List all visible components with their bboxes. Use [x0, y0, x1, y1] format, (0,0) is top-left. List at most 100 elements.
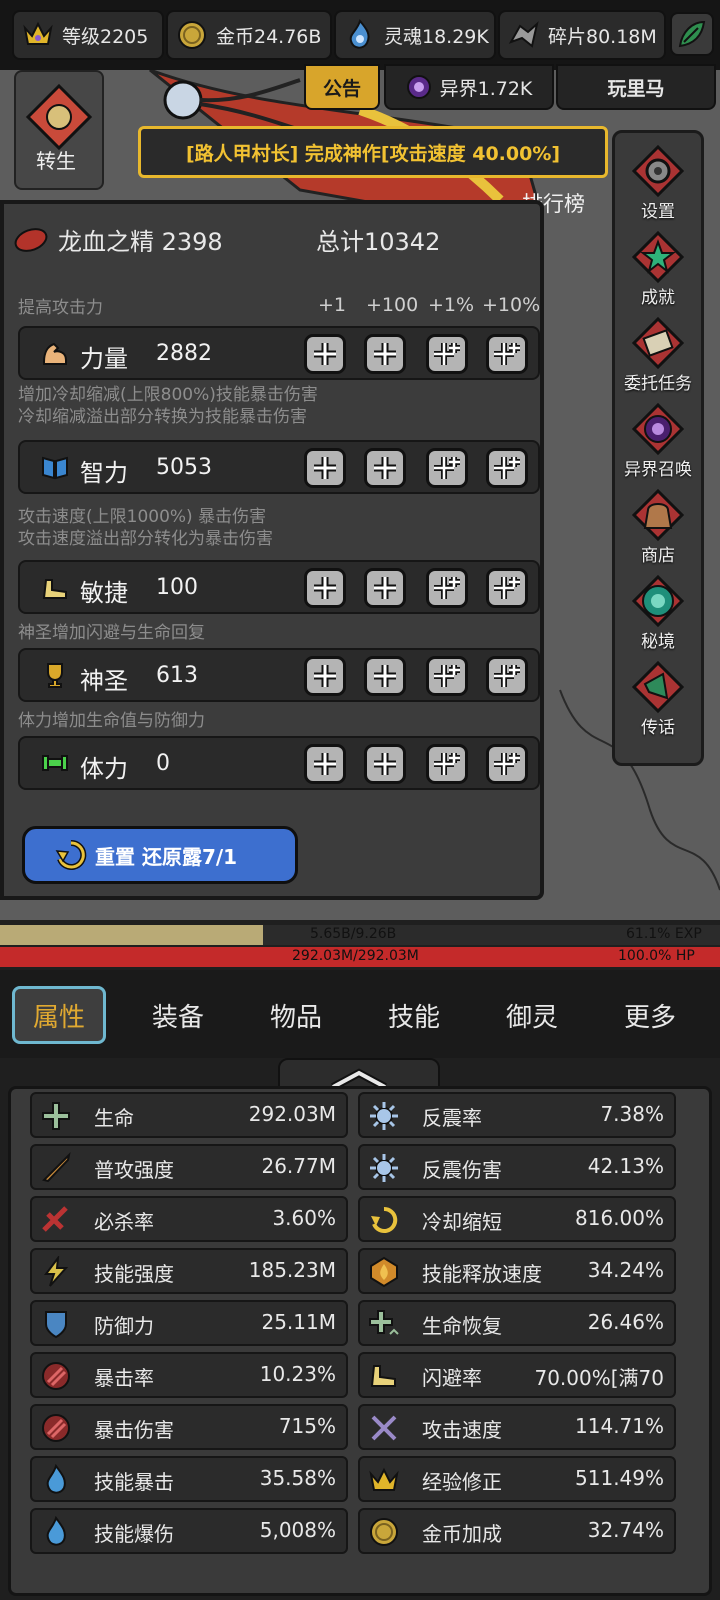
spiky-orb-icon — [370, 1154, 398, 1182]
leaf-menu-button[interactable] — [670, 12, 714, 56]
add-1-button[interactable] — [304, 568, 346, 608]
tab-spirits[interactable]: 御灵 — [490, 986, 574, 1044]
stat-name: 敏捷 — [80, 579, 128, 607]
stat-cell-value: 715% — [278, 1414, 336, 1438]
stat-value: 100 — [156, 575, 198, 600]
stat-cell: 经验修正 511.49% — [358, 1456, 676, 1502]
add-10pct-button[interactable] — [486, 744, 528, 784]
notice-tab[interactable]: 公告 — [304, 64, 380, 110]
winged-boot-icon — [370, 1365, 396, 1387]
tab-attributes[interactable]: 属性 — [12, 986, 106, 1044]
rail-item-broadcast[interactable]: 传话 — [615, 655, 701, 741]
soul-text: 灵魂18.29K — [384, 25, 489, 48]
spiky-orb-icon — [370, 1102, 398, 1130]
scroll-icon — [630, 315, 686, 371]
tab-more[interactable]: 更多 — [608, 986, 692, 1044]
add-100-button[interactable] — [364, 656, 406, 696]
rail-item-realm-summon[interactable]: 异界召唤 — [615, 397, 701, 483]
stat-cell-name: 金币加成 — [422, 1522, 502, 1546]
intelligence-hint-1: 增加冷却缩减(上限800%)技能暴击伤害 — [18, 385, 318, 405]
stat-cell-value: 292.03M — [248, 1102, 336, 1126]
stat-value: 5053 — [156, 455, 212, 480]
realm-tab[interactable]: 异界1.72K — [384, 64, 554, 110]
add-10pct-button[interactable] — [486, 448, 528, 488]
gold-text: 金币24.76B — [216, 25, 322, 48]
rebirth-label: 转生 — [36, 149, 76, 173]
stat-cell-name: 经验修正 — [422, 1470, 502, 1494]
rail-item-quests[interactable]: 委托任务 — [615, 311, 701, 397]
double-plus-icon — [434, 665, 460, 687]
add-10pct-button[interactable] — [486, 656, 528, 696]
stat-cell: 技能强度 185.23M — [30, 1248, 348, 1294]
add-1-button[interactable] — [304, 448, 346, 488]
shield-icon — [45, 1311, 67, 1339]
stat-cell-value: 816.00% — [575, 1206, 664, 1230]
rail-label: 设置 — [641, 202, 675, 222]
add-1pct-button[interactable] — [426, 568, 468, 608]
stat-cell-value: 114.71% — [575, 1414, 664, 1438]
stat-cell-name: 技能暴击 — [94, 1470, 174, 1494]
blue-flame-icon — [46, 1516, 66, 1546]
increment-header-1pct: +1% — [428, 294, 475, 316]
add-100-button[interactable] — [364, 744, 406, 784]
add-100-button[interactable] — [364, 334, 406, 374]
player-name-tab[interactable]: 玩里马 — [556, 64, 716, 110]
agility-hint-2: 攻击速度溢出部分转化为暴击伤害 — [18, 529, 273, 549]
regen-cross-icon — [369, 1310, 399, 1335]
tab-equipment[interactable]: 装备 — [136, 986, 220, 1044]
star-icon — [630, 229, 686, 285]
crown-icon — [20, 17, 56, 53]
dragon-blood-essence: 龙血之精 2398 — [12, 222, 223, 257]
add-1-button[interactable] — [304, 744, 346, 784]
double-plus-icon — [494, 457, 520, 479]
stat-cell-name: 暴击伤害 — [94, 1418, 174, 1442]
stat-cell-value: 34.24% — [587, 1258, 664, 1282]
stat-cell-value: 32.74% — [587, 1518, 664, 1542]
stat-cell-value: 3.60% — [272, 1206, 336, 1230]
reset-label: 重置 还原露7/1 — [95, 844, 238, 869]
hp-text: 292.03M/292.03M — [292, 948, 419, 964]
portal-gem-icon — [630, 573, 686, 629]
add-1pct-button[interactable] — [426, 334, 468, 374]
add-1pct-button[interactable] — [426, 448, 468, 488]
crit-claw-icon — [42, 1362, 70, 1390]
reset-attributes-button[interactable]: 重置 还原露7/1 — [22, 826, 298, 884]
flame-badge-icon — [370, 1256, 398, 1288]
stat-cell-value: 185.23M — [248, 1258, 336, 1282]
stat-cell-name: 生命 — [94, 1106, 134, 1130]
shard-icon — [506, 17, 542, 53]
plus-icon — [314, 343, 336, 365]
stat-cell-value: 511.49% — [575, 1466, 664, 1490]
crit-claw-icon — [42, 1414, 70, 1442]
rail-item-shop[interactable]: 商店 — [615, 483, 701, 569]
cooldown-arrow-icon — [371, 1206, 398, 1233]
agility-hint-1: 攻击速度(上限1000%) 暴击伤害 — [18, 507, 267, 527]
health-cross-icon — [42, 1102, 70, 1130]
rail-item-achievements[interactable]: 成就 — [615, 225, 701, 311]
gold-counter: 金币24.76B — [166, 10, 332, 60]
megaphone-icon — [630, 659, 686, 715]
add-100-button[interactable] — [364, 568, 406, 608]
add-10pct-button[interactable] — [486, 334, 528, 374]
rail-item-settings[interactable]: 设置 — [615, 139, 701, 225]
tab-items[interactable]: 物品 — [254, 986, 338, 1044]
shard-text: 碎片80.18M — [548, 25, 657, 48]
exp-text: 5.65B/9.26B — [310, 926, 397, 942]
add-100-button[interactable] — [364, 448, 406, 488]
add-10pct-button[interactable] — [486, 568, 528, 608]
soul-counter: 灵魂18.29K — [334, 10, 496, 60]
double-plus-icon — [494, 343, 520, 365]
rail-label: 商店 — [641, 546, 675, 566]
add-1pct-button[interactable] — [426, 744, 468, 784]
rail-item-secret-realm[interactable]: 秘境 — [615, 569, 701, 655]
stat-cell-name: 技能强度 — [94, 1262, 174, 1286]
rail-label: 委托任务 — [624, 374, 692, 394]
tab-skills[interactable]: 技能 — [372, 986, 456, 1044]
bandage-icon — [42, 755, 68, 771]
double-plus-icon — [434, 753, 460, 775]
stat-cell: 暴击伤害 715% — [30, 1404, 348, 1450]
add-1-button[interactable] — [304, 334, 346, 374]
add-1pct-button[interactable] — [426, 656, 468, 696]
stat-cell: 反震率 7.38% — [358, 1092, 676, 1138]
add-1-button[interactable] — [304, 656, 346, 696]
